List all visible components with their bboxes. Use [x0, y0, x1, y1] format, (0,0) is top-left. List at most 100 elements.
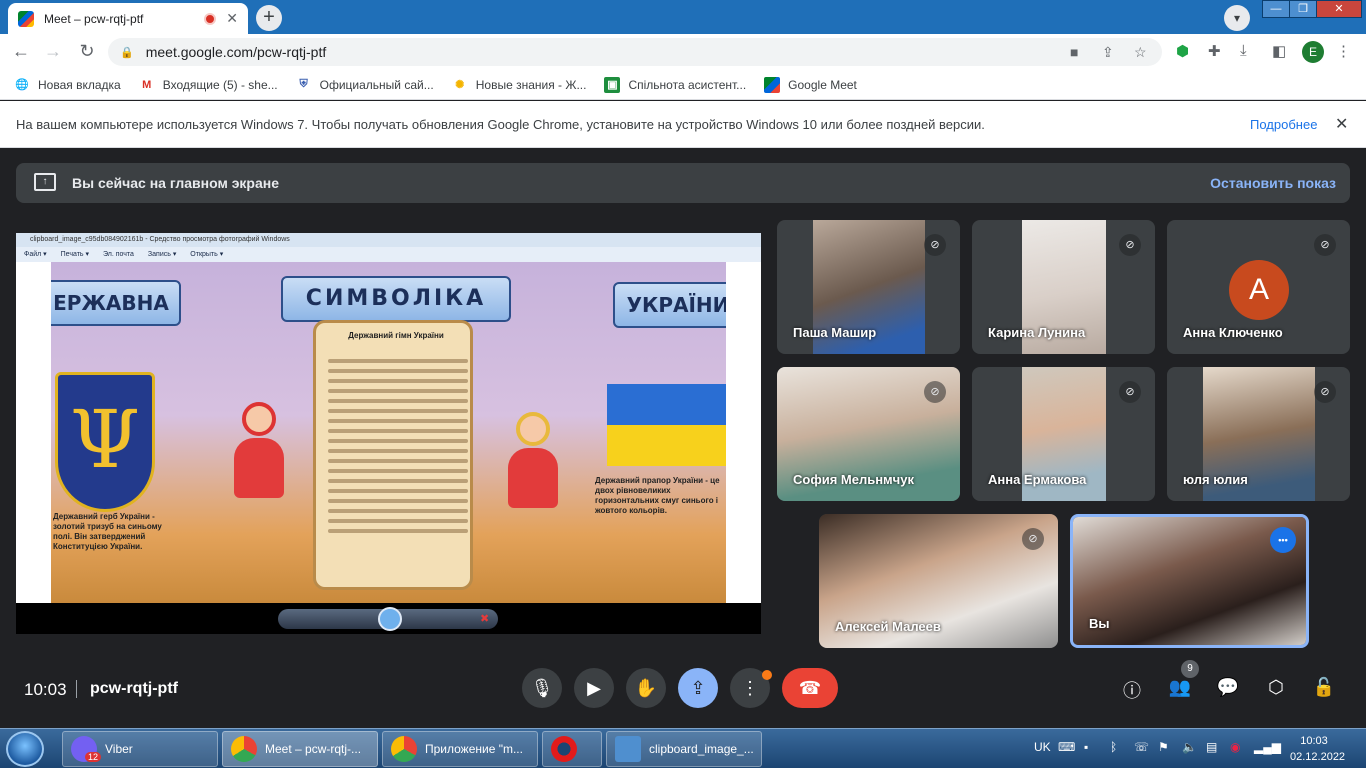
network-icon[interactable]: ⚑	[1158, 740, 1169, 754]
info-icon[interactable]: ⓘ	[1119, 677, 1145, 703]
share-icon[interactable]: ⇪	[1102, 44, 1114, 61]
activities-icon[interactable]: ⬡	[1263, 677, 1289, 698]
close-tab-icon[interactable]: ✕	[226, 10, 238, 27]
host-controls-icon[interactable]: 🔓	[1311, 677, 1337, 698]
bookmark-star-icon[interactable]: ☆	[1134, 44, 1147, 61]
leave-call-button[interactable]: ☎	[782, 668, 838, 708]
anthem-scroll: Державний гімн України	[313, 320, 473, 590]
tab-meet[interactable]: Meet – pcw-rqtj-ptf ✕	[8, 3, 248, 34]
opera-icon	[551, 736, 577, 762]
profile-avatar[interactable]: E	[1302, 41, 1324, 63]
taskbar-item-chrome-meet[interactable]: Meet – pcw-rqtj-...	[222, 731, 378, 767]
participant-tile[interactable]: A ⊘ Анна Ключенко	[1167, 220, 1350, 354]
microphone-button[interactable]: 🎙	[522, 668, 562, 708]
taskbar-item-photo-viewer[interactable]: clipboard_image_...	[606, 731, 762, 767]
participant-tile[interactable]: ⊘ Паша Машир	[777, 220, 960, 354]
download-icon[interactable]: ⤓	[1240, 42, 1247, 59]
signal-icon[interactable]: ▂▄▆	[1254, 740, 1281, 754]
keyboard-icon[interactable]: ⌨	[1058, 740, 1075, 754]
participant-tile[interactable]: ⊘ София Мельнмчук	[777, 367, 960, 501]
new-tab-button[interactable]: +	[256, 5, 282, 31]
raise-hand-button[interactable]: ✋	[626, 668, 666, 708]
tray-icon[interactable]: ▪	[1084, 740, 1088, 754]
window-close-button[interactable]: ✕	[1316, 0, 1362, 18]
hang-up-icon: ☎	[798, 678, 822, 698]
window-maximize-button[interactable]: ❐	[1289, 0, 1317, 18]
browser-toolbar: ← → ↻ 🔒 meet.google.com/pcw-rqtj-ptf ■ ⇪…	[0, 34, 1366, 70]
present-now-button[interactable]: ⇪	[678, 668, 718, 708]
chat-icon[interactable]: 💬	[1215, 677, 1241, 698]
side-panel-icon[interactable]: ◧	[1272, 42, 1286, 60]
window-minimize-button[interactable]: —	[1262, 0, 1290, 18]
tab-search-icon[interactable]: ▾	[1224, 5, 1250, 31]
people-icon[interactable]: 👥	[1167, 677, 1193, 698]
viewer-menu-item: Эл. почта	[102, 251, 134, 258]
extension-green-icon[interactable]: ⬢	[1176, 42, 1189, 60]
usb-icon[interactable]: ▤	[1206, 740, 1217, 754]
notification-dot	[762, 670, 772, 680]
viber-tray-icon[interactable]: ☏	[1134, 740, 1149, 754]
system-clock[interactable]: 10:03 02.12.2022	[1290, 733, 1346, 765]
tab-title: Meet – pcw-rqtj-ptf	[44, 11, 144, 26]
camera-button[interactable]: ▶	[574, 668, 614, 708]
bookmark-item[interactable]: ✺ Новые знания - Ж...	[452, 77, 586, 93]
participant-name: Анна Ермакова	[988, 472, 1087, 487]
meet-control-bar: 10:03 pcw-rqtj-ptf 🎙 ▶ ✋ ⇪ ⋮ ☎ ⓘ 👥 9 💬 ⬡…	[0, 658, 1366, 728]
language-indicator[interactable]: UK	[1034, 740, 1051, 754]
meeting-code: pcw-rqtj-ptf	[90, 680, 178, 697]
participant-name: Вы	[1089, 616, 1110, 631]
mic-off-icon: ⊘	[924, 381, 946, 403]
lock-icon: 🔒	[120, 46, 134, 59]
participant-tile[interactable]: ⊘ Алексей Малеев	[819, 514, 1058, 648]
system-date: 02.12.2022	[1290, 751, 1346, 763]
viewer-menu-item: Открыть ▾	[190, 251, 224, 258]
participant-name: Паша Машир	[793, 325, 877, 340]
more-options-button[interactable]: ⋮	[730, 668, 772, 708]
windows-taskbar: 12 Viber Meet – pcw-rqtj-... Приложение …	[0, 728, 1366, 768]
meeting-clock: 10:03	[24, 680, 67, 699]
right-caption: Державний прапор України - це двох рівно…	[595, 476, 720, 515]
volume-icon[interactable]: 🔈	[1182, 740, 1197, 754]
bookmark-item[interactable]: M Входящие (5) - she...	[139, 77, 278, 93]
taskbar-item-opera[interactable]	[542, 731, 602, 767]
girl-illustration	[229, 402, 289, 512]
mic-off-icon: ⊘	[1022, 528, 1044, 550]
more-options-icon[interactable]: •••	[1270, 527, 1296, 553]
taskbar-item-viber[interactable]: 12 Viber	[62, 731, 218, 767]
participant-tile[interactable]: ⊘ Карина Лунина	[972, 220, 1155, 354]
camera-icon[interactable]: ■	[1070, 44, 1078, 60]
shield-icon: ⛨	[299, 78, 308, 90]
participant-tile-self[interactable]: ••• Вы	[1070, 514, 1309, 648]
infobar-close-icon[interactable]: ✕	[1335, 114, 1348, 134]
classroom-icon: ▣	[604, 76, 621, 93]
chrome-icon	[391, 736, 417, 762]
bookmark-item[interactable]: ⛨ Официальный сай...	[296, 77, 434, 93]
bluetooth-icon[interactable]: ᛒ	[1110, 740, 1117, 754]
reload-icon[interactable]: ↻	[76, 41, 98, 62]
taskbar-item-chrome-app[interactable]: Приложение "m...	[382, 731, 538, 767]
extensions-puzzle-icon[interactable]: ✚	[1208, 42, 1221, 60]
meet-icon	[764, 76, 781, 93]
address-bar[interactable]: 🔒 meet.google.com/pcw-rqtj-ptf ■ ⇪ ☆	[108, 38, 1162, 66]
poster-left-ribbon: ЕРЖАВНА	[51, 280, 181, 326]
trident-emblem: Ψ	[55, 372, 155, 512]
delete-icon: ✖	[480, 613, 490, 625]
bookmark-item[interactable]: ▣ Спільнота асистент...	[604, 76, 746, 93]
stop-presenting-button[interactable]: Остановить показ	[1210, 175, 1336, 191]
windows-start-button[interactable]	[6, 731, 44, 767]
screen: Meet – pcw-rqtj-ptf ✕ + ▾ — ❐ ✕ ← → ↻ 🔒 …	[0, 0, 1366, 768]
tab-strip: Meet – pcw-rqtj-ptf ✕ + ▾ — ❐ ✕	[0, 0, 1366, 34]
poster-image: ЕРЖАВНА СИМВОЛІКА УКРАЇНИ Державний гімн…	[51, 262, 726, 603]
menu-kebab-icon[interactable]: ⋮	[1336, 42, 1351, 60]
forward-icon[interactable]: →	[42, 41, 64, 62]
boy-illustration	[503, 412, 563, 522]
opera-tray-icon[interactable]: ◉	[1230, 740, 1240, 754]
participant-tile[interactable]: ⊘ юля юлия	[1167, 367, 1350, 501]
back-icon[interactable]: ←	[10, 41, 32, 62]
presenting-text: Вы сейчас на главном экране	[72, 175, 280, 191]
video-camera-icon: ▶	[587, 678, 601, 698]
participant-tile[interactable]: ⊘ Анна Ермакова	[972, 367, 1155, 501]
bookmark-item[interactable]: Google Meet	[764, 76, 857, 93]
infobar-more-link[interactable]: Подробнее	[1250, 117, 1317, 132]
bookmark-item[interactable]: 🌐 Новая вкладка	[14, 77, 121, 93]
